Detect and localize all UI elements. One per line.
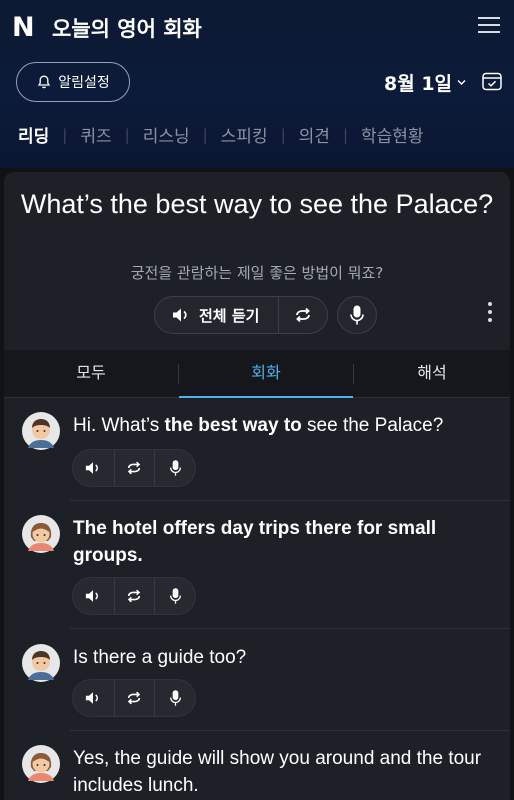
- chevron-down-icon: [457, 80, 466, 85]
- tab-separator: |: [342, 125, 348, 144]
- avatar-male: [22, 644, 60, 682]
- repeat-icon: [296, 307, 311, 323]
- line-record-button[interactable]: [154, 680, 195, 716]
- line-controls-3: [72, 679, 196, 717]
- tab-listening[interactable]: 리스닝: [143, 122, 190, 147]
- top-bar: N 오늘의 영어 회화: [0, 0, 514, 52]
- line-controls-1: [72, 449, 196, 487]
- tab-separator: |: [62, 125, 68, 144]
- dialogue-line-2: The hotel offers day trips there for sma…: [73, 518, 437, 566]
- app-title: 오늘의 영어 회화: [52, 17, 202, 41]
- tab-opinion[interactable]: 의견: [299, 122, 330, 147]
- repeat-icon: [128, 589, 141, 603]
- naver-logo[interactable]: N: [12, 12, 35, 43]
- question-english: What’s the best way to see the Palace?: [20, 189, 494, 219]
- line-record-button[interactable]: [154, 450, 195, 486]
- calendar-check-icon[interactable]: [481, 70, 503, 92]
- dialogue-line-1: Hi. What’s the best way to see the Palac…: [73, 415, 444, 436]
- play-all-label: 전체 듣기: [199, 306, 260, 325]
- tab-speaking[interactable]: 스피킹: [221, 122, 268, 147]
- header: N 오늘의 영어 회화 알림설정 8월 1일 리딩 | 퀴즈 | 리스닝 | 스…: [0, 0, 514, 168]
- avatar-female: [22, 515, 60, 553]
- row-divider: [70, 500, 510, 501]
- tab-conversation[interactable]: 회화: [179, 350, 353, 398]
- repeat-icon: [128, 461, 141, 475]
- tab-separator: |: [124, 125, 130, 144]
- line-repeat-button[interactable]: [113, 450, 155, 486]
- speaker-icon: [173, 308, 187, 322]
- microphone-icon: [169, 460, 181, 476]
- alarm-settings-label: 알림설정: [58, 75, 110, 91]
- bell-icon: [38, 75, 51, 89]
- section-tabs: 리딩 | 퀴즈 | 리스닝 | 스피킹 | 의견 | 학습현황: [18, 122, 424, 148]
- tab-translation[interactable]: 해석: [354, 350, 510, 398]
- tab-reading[interactable]: 리딩: [18, 122, 49, 147]
- speaker-icon: [86, 590, 99, 602]
- line-controls-2: [72, 577, 196, 615]
- tab-progress[interactable]: 학습현황: [361, 122, 424, 147]
- dialogue-line-4: Yes, the guide will show you around and …: [73, 748, 482, 796]
- line-record-button[interactable]: [154, 578, 195, 614]
- avatar-male: [22, 412, 60, 450]
- tab-separator: |: [280, 125, 286, 144]
- microphone-icon: [169, 690, 181, 706]
- speaker-icon: [86, 692, 99, 704]
- row-divider: [70, 730, 510, 731]
- date-text: 8월 1일: [384, 73, 453, 95]
- microphone-icon: [169, 588, 181, 604]
- microphone-icon: [350, 305, 364, 325]
- repeat-button[interactable]: [279, 297, 327, 333]
- date-selector[interactable]: 8월 1일: [384, 69, 467, 96]
- line-play-button[interactable]: [73, 680, 114, 716]
- line-play-button[interactable]: [73, 450, 114, 486]
- dialogue-line-3: Is there a guide too?: [73, 647, 247, 668]
- tab-quiz[interactable]: 퀴즈: [80, 122, 111, 147]
- record-button[interactable]: [337, 296, 377, 334]
- more-vertical-icon[interactable]: [486, 302, 494, 328]
- row-divider: [70, 628, 510, 629]
- play-all-button[interactable]: 전체 듣기: [155, 297, 278, 333]
- tab-separator: |: [202, 125, 208, 144]
- avatar-female: [22, 745, 60, 783]
- view-mode-tabs: 모두 회화 해석: [4, 350, 510, 398]
- line-play-button[interactable]: [73, 578, 114, 614]
- alarm-settings-button[interactable]: 알림설정: [16, 62, 130, 102]
- question-korean: 궁전을 관람하는 제일 좋은 방법이 뭐죠?: [130, 264, 384, 282]
- line-repeat-button[interactable]: [113, 578, 155, 614]
- menu-icon[interactable]: [478, 14, 500, 36]
- speaker-icon: [86, 462, 99, 474]
- play-controls: 전체 듣기: [154, 296, 328, 334]
- line-repeat-button[interactable]: [113, 680, 155, 716]
- repeat-icon: [128, 691, 141, 705]
- tab-all[interactable]: 모두: [4, 350, 178, 398]
